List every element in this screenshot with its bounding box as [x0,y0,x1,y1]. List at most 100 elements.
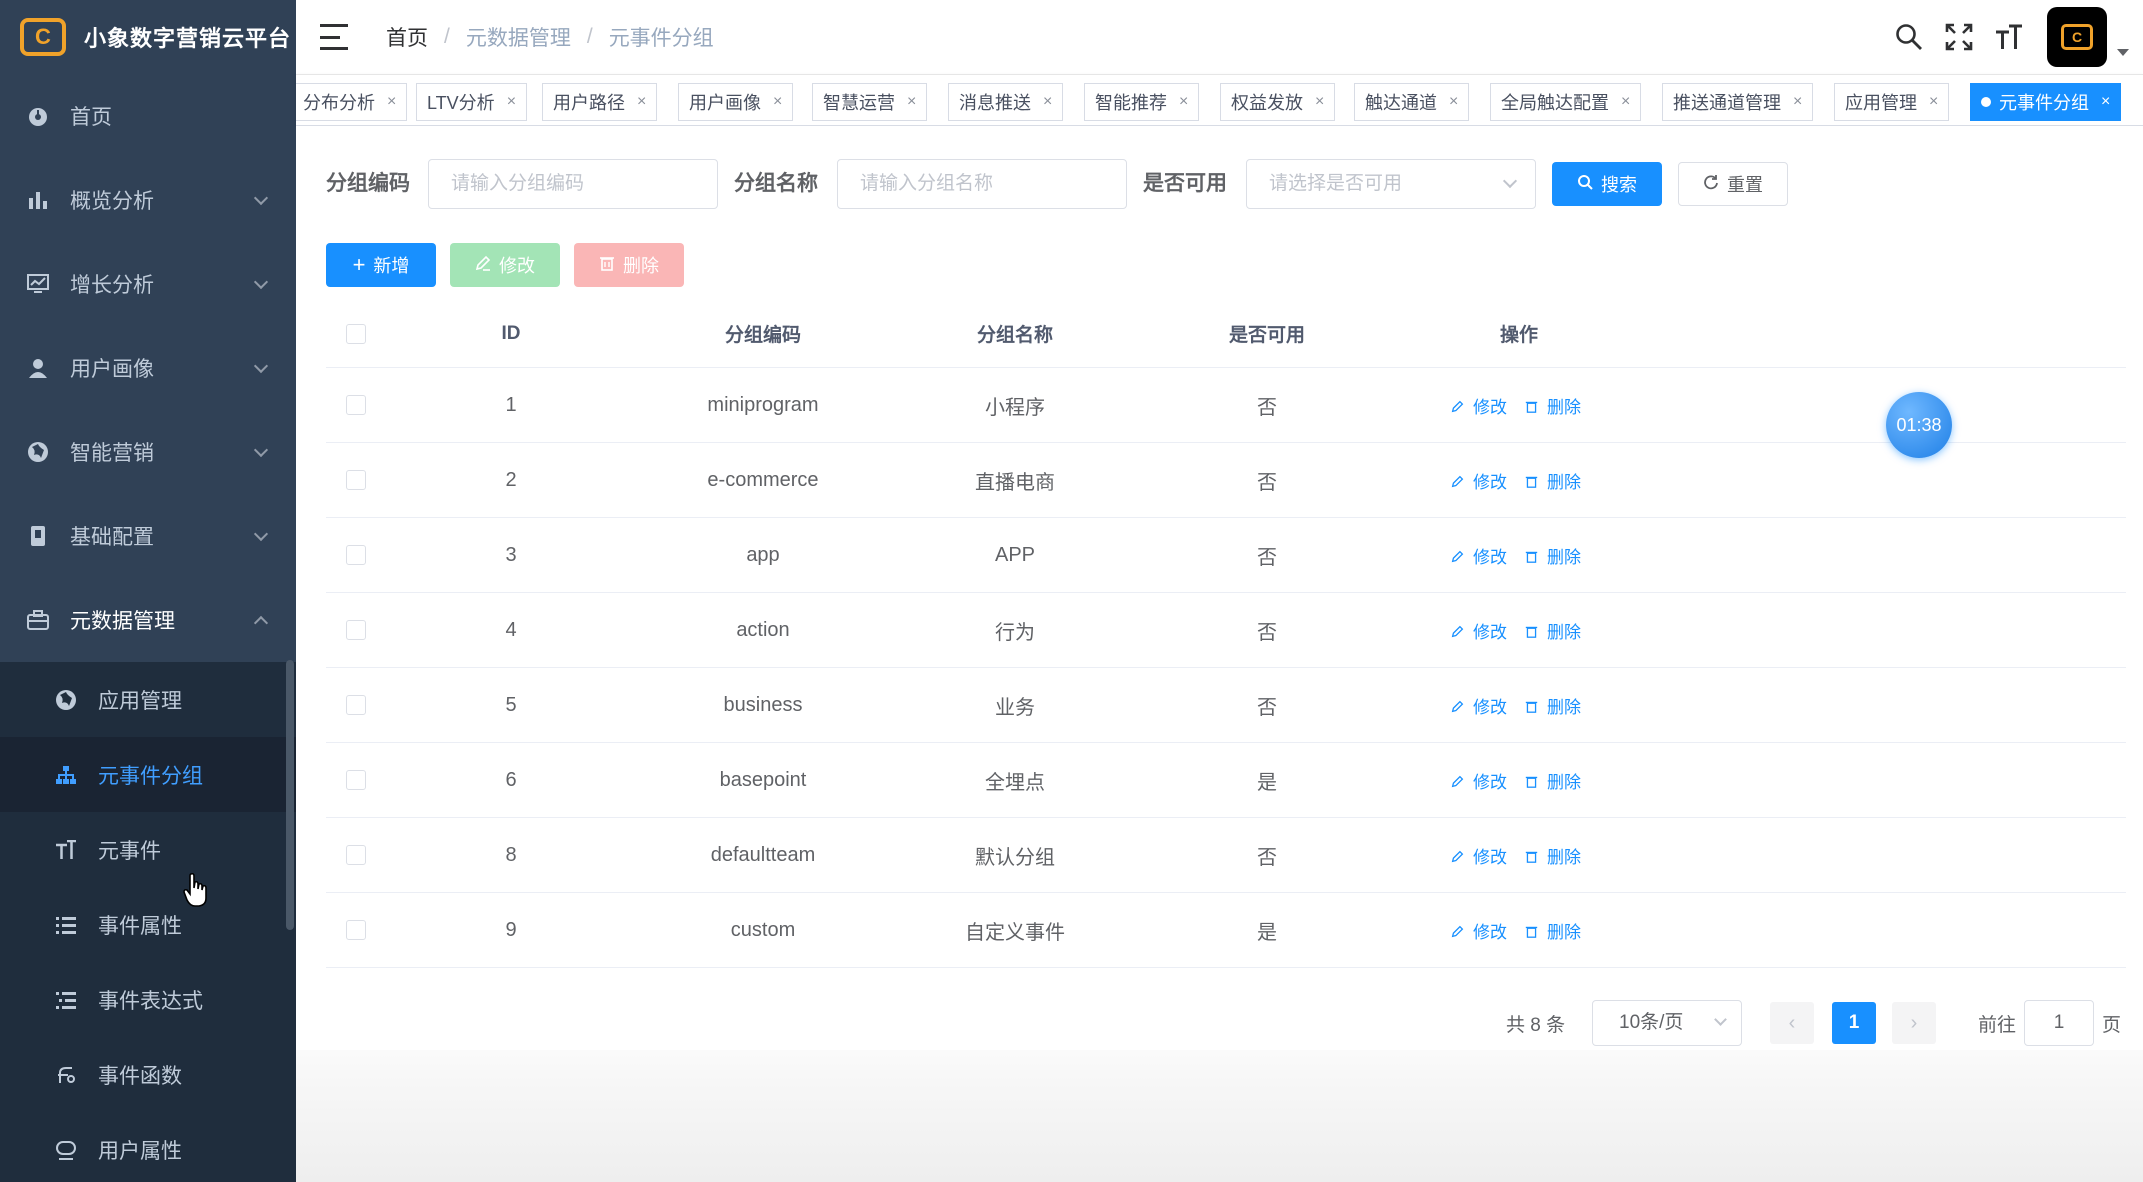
row-delete-link[interactable]: 删除 [1525,543,1587,568]
sidebar-scrollbar[interactable] [286,660,294,930]
sidebar-subitem-app-manage[interactable]: 应用管理 [0,662,296,737]
tag-smart-ops[interactable]: 智慧运营 × [812,83,928,121]
row-checkbox[interactable] [346,695,366,715]
edit-button[interactable]: 修改 [450,243,560,287]
close-icon[interactable]: × [773,93,782,111]
sidebar-item-overview[interactable]: 概览分析 [0,158,296,242]
list-tree-icon [54,988,78,1012]
close-icon[interactable]: × [1043,93,1052,111]
row-checkbox[interactable] [346,395,366,415]
sidebar-item-user-profile[interactable]: 用户画像 [0,326,296,410]
row-edit-label: 修改 [1473,547,1507,567]
row-edit-link[interactable]: 修改 [1451,393,1513,418]
tag-distribution[interactable]: 分布分析 × [296,83,408,121]
close-icon[interactable]: × [2101,93,2110,111]
row-checkbox[interactable] [346,470,366,490]
row-checkbox[interactable] [346,770,366,790]
reset-button[interactable]: 重置 [1678,162,1788,206]
row-edit-link[interactable]: 修改 [1451,768,1513,793]
hamburger-menu-icon[interactable] [320,24,348,50]
tag-rights-issue[interactable]: 权益发放 × [1220,83,1336,121]
row-delete-link[interactable]: 删除 [1525,618,1587,643]
sidebar-item-metadata[interactable]: 元数据管理 [0,578,296,662]
add-button[interactable]: + 新增 [326,243,436,287]
fullscreen-icon[interactable] [1941,19,1977,55]
cell-actions: 修改 删除 [1394,593,1644,667]
header-enabled: 是否可用 [1228,325,1305,346]
tag-push-channel-manage[interactable]: 推送通道管理 × [1662,83,1814,121]
delete-button[interactable]: 删除 [574,243,684,287]
cell-enabled: 否 [1257,396,1277,419]
tag-user-profile[interactable]: 用户画像 × [678,83,794,121]
close-icon[interactable]: × [1315,93,1324,111]
tag-app-manage[interactable]: 应用管理 × [1834,83,1950,121]
row-delete-link[interactable]: 删除 [1525,468,1587,493]
tag-reach-channel[interactable]: 触达通道 × [1354,83,1470,121]
page-size-value: 10条/页 [1619,1012,1684,1033]
close-icon[interactable]: × [1929,93,1938,111]
row-actions: 修改 删除 [1445,468,1593,493]
tag-user-path[interactable]: 用户路径 × [542,83,658,121]
search-icon[interactable] [1891,19,1927,55]
avatar-logo-icon: C [2061,24,2093,50]
close-icon[interactable]: × [1179,93,1188,111]
breadcrumb-home[interactable]: 首页 [386,22,428,52]
row-delete-link[interactable]: 删除 [1525,393,1587,418]
tag-global-reach-config[interactable]: 全局触达配置 × [1490,83,1642,121]
sidebar-subitem-event-attrs[interactable]: 事件属性 [0,887,296,962]
tag-smart-recommend[interactable]: 智能推荐 × [1084,83,1200,121]
sidebar-item-smart-marketing[interactable]: 智能营销 [0,410,296,494]
list-icon [54,913,78,937]
avatar[interactable]: C [2047,7,2107,67]
tag-message-push[interactable]: 消息推送 × [948,83,1064,121]
row-delete-link[interactable]: 删除 [1525,693,1587,718]
sidebar-item-basic-config[interactable]: 基础配置 [0,494,296,578]
logo[interactable]: C 小象数字营销云平台 [0,0,296,74]
tag-label: 触达通道 [1365,93,1437,113]
text-size-icon[interactable] [1991,19,2027,55]
row-delete-link[interactable]: 删除 [1525,768,1587,793]
caret-down-icon[interactable] [2117,48,2129,56]
sidebar-item-growth[interactable]: 增长分析 [0,242,296,326]
sidebar-subitem-event[interactable]: 元事件 [0,812,296,887]
row-checkbox[interactable] [346,845,366,865]
row-edit-link[interactable]: 修改 [1451,543,1513,568]
row-delete-link[interactable]: 删除 [1525,918,1587,943]
enabled-select[interactable]: 请选择是否可用 [1246,159,1536,209]
row-checkbox[interactable] [346,920,366,940]
tag-ltv[interactable]: LTV分析 × [416,83,528,121]
close-icon[interactable]: × [907,93,916,111]
row-checkbox[interactable] [346,620,366,640]
name-input[interactable]: 请输入分组名称 [837,159,1127,209]
row-checkbox[interactable] [346,545,366,565]
sidebar-subitem-user-attrs[interactable]: 用户属性 [0,1112,296,1182]
close-icon[interactable]: × [1449,93,1458,111]
goto-page-input[interactable]: 1 [2024,1000,2094,1046]
sidebar-item-home[interactable]: 首页 [0,74,296,158]
row-edit-link[interactable]: 修改 [1451,918,1513,943]
sidebar-subitem-event-group[interactable]: 元事件分组 [0,737,296,812]
recording-timer-badge[interactable]: 01:38 [1886,392,1952,458]
sidebar-subitem-event-func[interactable]: 事件函数 [0,1037,296,1112]
cell-actions: 修改 删除 [1394,818,1644,892]
row-edit-link[interactable]: 修改 [1451,693,1513,718]
page-1-button[interactable]: 1 [1832,1002,1876,1044]
close-icon[interactable]: × [637,93,646,111]
close-icon[interactable]: × [387,93,396,111]
prev-page-button[interactable]: ‹ [1770,1002,1814,1044]
close-icon[interactable]: × [1793,93,1802,111]
sidebar-item-label: 基础配置 [70,526,154,549]
row-edit-link[interactable]: 修改 [1451,618,1513,643]
tag-event-group[interactable]: 元事件分组 × [1970,83,2122,121]
search-button[interactable]: 搜索 [1552,162,1662,206]
row-edit-link[interactable]: 修改 [1451,468,1513,493]
row-edit-link[interactable]: 修改 [1451,843,1513,868]
next-page-button[interactable]: › [1892,1002,1936,1044]
row-delete-link[interactable]: 删除 [1525,843,1587,868]
code-input[interactable]: 请输入分组编码 [428,159,718,209]
page-size-select[interactable]: 10条/页 [1592,1000,1742,1046]
close-icon[interactable]: × [1621,93,1630,111]
close-icon[interactable]: × [507,93,516,111]
select-all-checkbox[interactable] [346,323,366,344]
sidebar-subitem-event-expr[interactable]: 事件表达式 [0,962,296,1037]
